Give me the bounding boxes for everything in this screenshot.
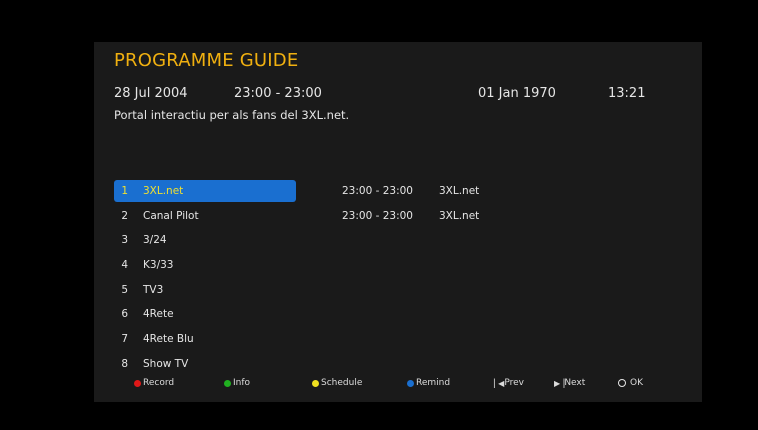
prev-key[interactable]: ▏◀ Prev <box>494 378 524 388</box>
event-time-slot[interactable]: 23:00 - 23:00 <box>342 210 413 222</box>
red-button-icon <box>134 379 141 387</box>
record-label: Record <box>143 378 175 388</box>
prev-label: Prev <box>504 378 524 388</box>
event-description: Portal interactiu per als fans del 3XL.n… <box>114 108 350 122</box>
event-time: 23:00 - 23:00 <box>234 86 322 101</box>
green-button-icon <box>224 379 231 387</box>
schedule-key[interactable]: Schedule <box>312 378 362 388</box>
channel-item[interactable]: 3 3/24 <box>114 229 296 251</box>
ok-key[interactable]: OK <box>618 378 643 388</box>
schedule-label: Schedule <box>321 378 363 388</box>
channel-number: 1 <box>121 185 128 197</box>
skip-previous-icon: ▏◀ <box>494 378 504 388</box>
current-date: 01 Jan 1970 <box>478 86 556 101</box>
channel-name: K3/33 <box>143 259 174 272</box>
channel-name: Canal Pilot <box>143 209 199 222</box>
channel-list: 1 3XL.net 2 Canal Pilot 3 3/24 4 K3/33 5… <box>114 180 296 378</box>
channel-item[interactable]: 5 TV3 <box>114 279 296 301</box>
ok-ring-icon <box>618 379 626 387</box>
ok-label: OK <box>630 378 643 388</box>
channel-item[interactable]: 1 3XL.net <box>114 180 296 202</box>
channel-name: 4Rete <box>143 308 174 321</box>
channel-number: 6 <box>121 308 128 321</box>
next-key[interactable]: ▶▕ Next <box>554 378 585 388</box>
info-label: Info <box>233 378 251 388</box>
channel-number: 2 <box>121 209 128 222</box>
event-title[interactable]: 3XL.net <box>439 185 479 197</box>
channel-item[interactable]: 2 Canal Pilot <box>114 205 296 227</box>
channel-item[interactable]: 4 K3/33 <box>114 254 296 276</box>
channel-number: 7 <box>121 333 128 346</box>
epg-panel: PROGRAMME GUIDE 28 Jul 2004 23:00 - 23:0… <box>94 42 702 402</box>
channel-number: 8 <box>121 357 128 370</box>
yellow-button-icon <box>312 379 319 387</box>
key-legend: Record Info Schedule Remind ▏◀ Prev ▶▕ N… <box>94 378 702 392</box>
channel-name: 3/24 <box>143 234 167 247</box>
page-title: PROGRAMME GUIDE <box>114 50 299 71</box>
info-key[interactable]: Info <box>224 378 250 388</box>
channel-number: 4 <box>121 259 128 272</box>
event-date: 28 Jul 2004 <box>114 86 188 101</box>
channel-name: Show TV <box>143 357 189 370</box>
record-key[interactable]: Record <box>134 378 174 388</box>
channel-name: TV3 <box>143 283 164 296</box>
skip-next-icon: ▶▕ <box>554 378 564 388</box>
blue-button-icon <box>407 379 414 387</box>
channel-number: 5 <box>121 283 128 296</box>
channel-number: 3 <box>121 234 128 247</box>
remind-key[interactable]: Remind <box>407 378 450 388</box>
channel-item[interactable]: 7 4Rete Blu <box>114 328 296 350</box>
event-title[interactable]: 3XL.net <box>439 210 479 222</box>
event-time-slot[interactable]: 23:00 - 23:00 <box>342 185 413 197</box>
channel-item[interactable]: 6 4Rete <box>114 303 296 325</box>
channel-name: 4Rete Blu <box>143 333 194 346</box>
channel-item[interactable]: 8 Show TV <box>114 353 296 375</box>
current-clock: 13:21 <box>608 86 646 101</box>
next-label: Next <box>564 378 586 388</box>
channel-name: 3XL.net <box>143 185 184 197</box>
remind-label: Remind <box>416 378 451 388</box>
